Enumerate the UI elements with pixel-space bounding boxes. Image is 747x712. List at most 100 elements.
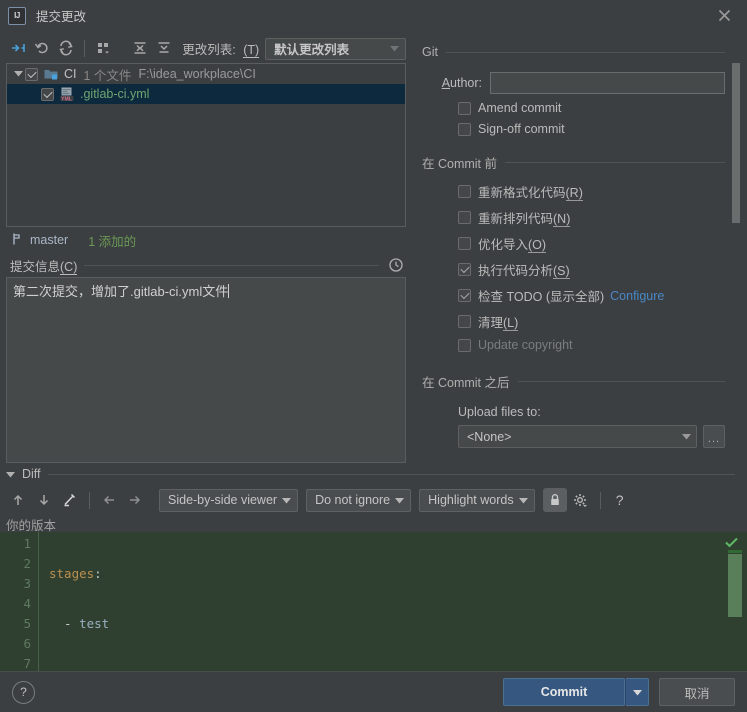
update-copyright-checkbox[interactable]: [458, 338, 471, 352]
code-analysis-checkbox[interactable]: [458, 263, 471, 276]
rearrange-code-checkbox[interactable]: [458, 211, 471, 224]
arrow-up-icon[interactable]: [6, 488, 30, 512]
file-checkbox[interactable]: [41, 87, 54, 101]
changelist-toolbar: 更改列表: (T) 默认更改列表: [6, 31, 406, 63]
changed-files-tree[interactable]: CI 1 个文件 F:\idea_workplace\CI YML .gitla…: [6, 63, 406, 227]
signoff-commit-option[interactable]: Sign-off commit: [422, 122, 747, 136]
cleanup-mnemonic: (L): [503, 316, 519, 331]
cancel-button[interactable]: 取消: [659, 678, 735, 706]
changes-pane: 更改列表: (T) 默认更改列表 CI 1 个文件 F:\idea_workpl…: [0, 31, 412, 463]
refresh-icon[interactable]: [54, 36, 78, 60]
update-copyright-option[interactable]: Update copyright: [422, 338, 747, 352]
root-path: F:\idea_workplace\CI: [138, 67, 256, 81]
update-copyright-label: Update copyright: [478, 338, 573, 352]
optimize-imports-mnemonic: (O): [528, 238, 547, 253]
branch-icon: [11, 232, 24, 249]
changelist-label: 更改列表: (T): [182, 39, 260, 58]
viewer-mode-combo[interactable]: Side-by-side viewer: [159, 488, 299, 512]
list-item[interactable]: YML .gitlab-ci.yml: [7, 84, 405, 104]
table-row[interactable]: CI 1 个文件 F:\idea_workplace\CI: [7, 64, 405, 84]
group-by-icon[interactable]: [91, 36, 115, 60]
lock-icon[interactable]: [542, 488, 567, 512]
commit-message-label-text: 提交信息: [10, 259, 61, 274]
divider: [505, 162, 725, 163]
upload-target-value: <None>: [467, 429, 512, 444]
highlight-mode-combo[interactable]: Highlight words: [419, 488, 535, 512]
chevron-down-icon[interactable]: [6, 467, 15, 481]
amend-commit-option[interactable]: Amend commit: [422, 101, 747, 115]
collapse-all-icon[interactable]: [152, 36, 176, 60]
arrow-down-icon[interactable]: [32, 488, 56, 512]
browse-button[interactable]: ...: [703, 425, 725, 448]
cleanup-checkbox[interactable]: [458, 315, 471, 328]
gear-icon[interactable]: [569, 488, 593, 512]
diff-code[interactable]: stages: - test test: stage: test tags: -…: [49, 532, 747, 671]
reformat-code-option[interactable]: 重新格式化代码(R): [422, 182, 747, 201]
branch-bar: master 1 添加的: [6, 227, 406, 253]
diff-editor[interactable]: 1 2 3 4 5 6 7 stages: - test test: stage…: [0, 532, 747, 671]
chevron-down-icon: [518, 493, 528, 507]
optimize-imports-label: 优化导入(O): [478, 234, 547, 253]
dialog-footer: ? Commit 取消: [0, 671, 747, 712]
diff-header: Diff: [0, 463, 747, 485]
signoff-commit-label: Sign-off commit: [478, 122, 565, 136]
changelist-combo[interactable]: 默认更改列表: [265, 37, 406, 60]
diff-version-label: 你的版本: [6, 519, 57, 533]
check-todo-option[interactable]: 检查 TODO (显示全部) Configure: [422, 286, 747, 305]
chevron-down-icon: [395, 493, 405, 507]
code-analysis-text: 执行代码分析: [478, 264, 554, 278]
after-commit-header: 在 Commit 之后: [422, 372, 747, 391]
optimize-imports-option[interactable]: 优化导入(O): [422, 234, 747, 253]
show-diff-icon[interactable]: [6, 36, 30, 60]
chevron-down-icon[interactable]: [11, 71, 25, 77]
folder-icon: [43, 66, 59, 82]
arrow-right-icon[interactable]: [123, 488, 147, 512]
upload-target-combo[interactable]: <None>: [458, 425, 697, 448]
expand-all-icon[interactable]: [128, 36, 152, 60]
rearrange-code-text: 重新排列代码: [478, 212, 554, 226]
ignore-mode-combo[interactable]: Do not ignore: [306, 488, 412, 512]
viewer-mode-value: Side-by-side viewer: [168, 493, 278, 507]
yml-file-icon: YML: [59, 86, 75, 102]
after-commit-title: 在 Commit 之后: [422, 376, 510, 390]
editor-scrollbar[interactable]: [728, 554, 742, 617]
pencil-icon[interactable]: [58, 488, 82, 512]
diff-toolbar: Side-by-side viewer Do not ignore Highli…: [0, 485, 747, 515]
commit-dropdown-button[interactable]: [625, 678, 649, 706]
git-group-header: Git: [422, 45, 747, 59]
code-analysis-option[interactable]: 执行代码分析(S): [422, 260, 747, 279]
help-icon[interactable]: ?: [608, 488, 632, 512]
cleanup-option[interactable]: 清理(L): [422, 312, 747, 331]
reformat-code-checkbox[interactable]: [458, 185, 471, 198]
configure-todo-link[interactable]: Configure: [610, 289, 664, 303]
help-button[interactable]: ?: [12, 680, 35, 704]
dialog-body: 更改列表: (T) 默认更改列表 CI 1 个文件 F:\idea_workpl…: [0, 31, 747, 712]
title-bar: IJ 提交更改: [0, 0, 747, 31]
check-todo-checkbox[interactable]: [458, 289, 471, 302]
commit-button[interactable]: Commit: [503, 678, 625, 706]
author-field[interactable]: [490, 72, 725, 94]
code-token: test: [79, 616, 110, 631]
rearrange-code-mnemonic: (N): [553, 212, 571, 227]
close-icon[interactable]: [701, 0, 747, 31]
added-count: 1 添加的: [88, 234, 137, 249]
file-name: .gitlab-ci.yml: [80, 87, 150, 101]
line-number: 5: [23, 616, 31, 631]
revert-icon[interactable]: [30, 36, 54, 60]
gutter-divider: [38, 532, 39, 671]
root-checkbox[interactable]: [25, 67, 38, 81]
git-panel-scrollbar[interactable]: [732, 63, 740, 223]
commit-message-input[interactable]: 第二次提交，增加了.gitlab-ci.yml文件: [6, 277, 406, 463]
toolbar-separator: [84, 39, 86, 57]
optimize-imports-checkbox[interactable]: [458, 237, 471, 250]
code-analysis-label: 执行代码分析(S): [478, 260, 570, 279]
optimize-imports-text: 优化导入: [478, 238, 529, 252]
amend-commit-checkbox[interactable]: [458, 101, 471, 115]
code-token: -: [49, 616, 80, 631]
arrow-left-icon[interactable]: [97, 488, 121, 512]
clock-icon[interactable]: [386, 258, 406, 272]
chevron-down-icon: [282, 493, 292, 507]
rearrange-code-option[interactable]: 重新排列代码(N): [422, 208, 747, 227]
signoff-commit-checkbox[interactable]: [458, 122, 471, 136]
reformat-code-mnemonic: (R): [565, 186, 583, 201]
